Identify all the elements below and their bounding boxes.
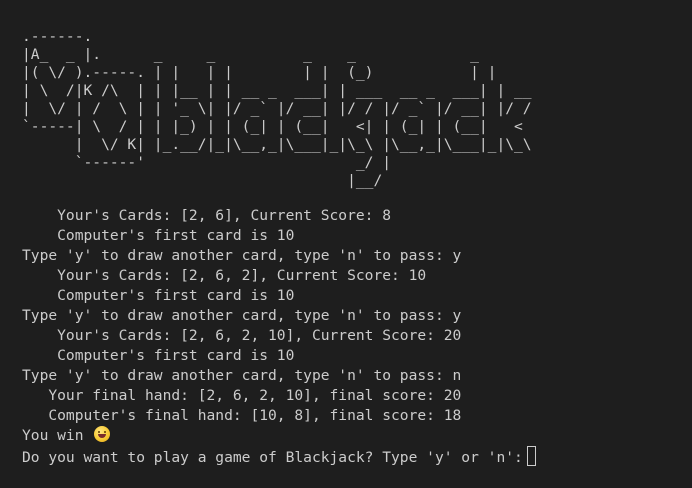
output-line: Your final hand: [2, 6, 2, 10], final sc… (22, 387, 462, 404)
output-line: Type 'y' to draw another card, type 'n' … (22, 367, 462, 384)
terminal-output: Your's Cards: [2, 6], Current Score: 8 C… (22, 206, 692, 466)
terminal-cursor[interactable] (526, 446, 536, 466)
blackjack-ascii-logo: .------. |A_ _ |. _ _ _ _ _ |( \/ ).----… (22, 28, 532, 189)
win-line: You win (22, 426, 692, 446)
output-line: Type 'y' to draw another card, type 'n' … (22, 247, 462, 264)
prompt-text: Do you want to play a game of Blackjack?… (22, 449, 523, 466)
output-line: Computer's first card is 10 (22, 287, 295, 304)
output-line: Type 'y' to draw another card, type 'n' … (22, 307, 462, 324)
output-line: Computer's final hand: [10, 8], final sc… (22, 407, 462, 424)
terminal-window[interactable]: .------. |A_ _ |. _ _ _ _ _ |( \/ ).----… (0, 0, 692, 488)
output-line: Computer's first card is 10 (22, 347, 295, 364)
output-line: Your's Cards: [2, 6, 2, 10], Current Sco… (22, 327, 462, 344)
output-line: Computer's first card is 10 (22, 227, 295, 244)
output-line: Your's Cards: [2, 6], Current Score: 8 (22, 207, 392, 224)
grinning-face-emoji-icon (94, 426, 111, 442)
win-text: You win (22, 427, 93, 444)
prompt-line[interactable]: Do you want to play a game of Blackjack?… (22, 446, 692, 466)
output-line: Your's Cards: [2, 6, 2], Current Score: … (22, 267, 427, 284)
